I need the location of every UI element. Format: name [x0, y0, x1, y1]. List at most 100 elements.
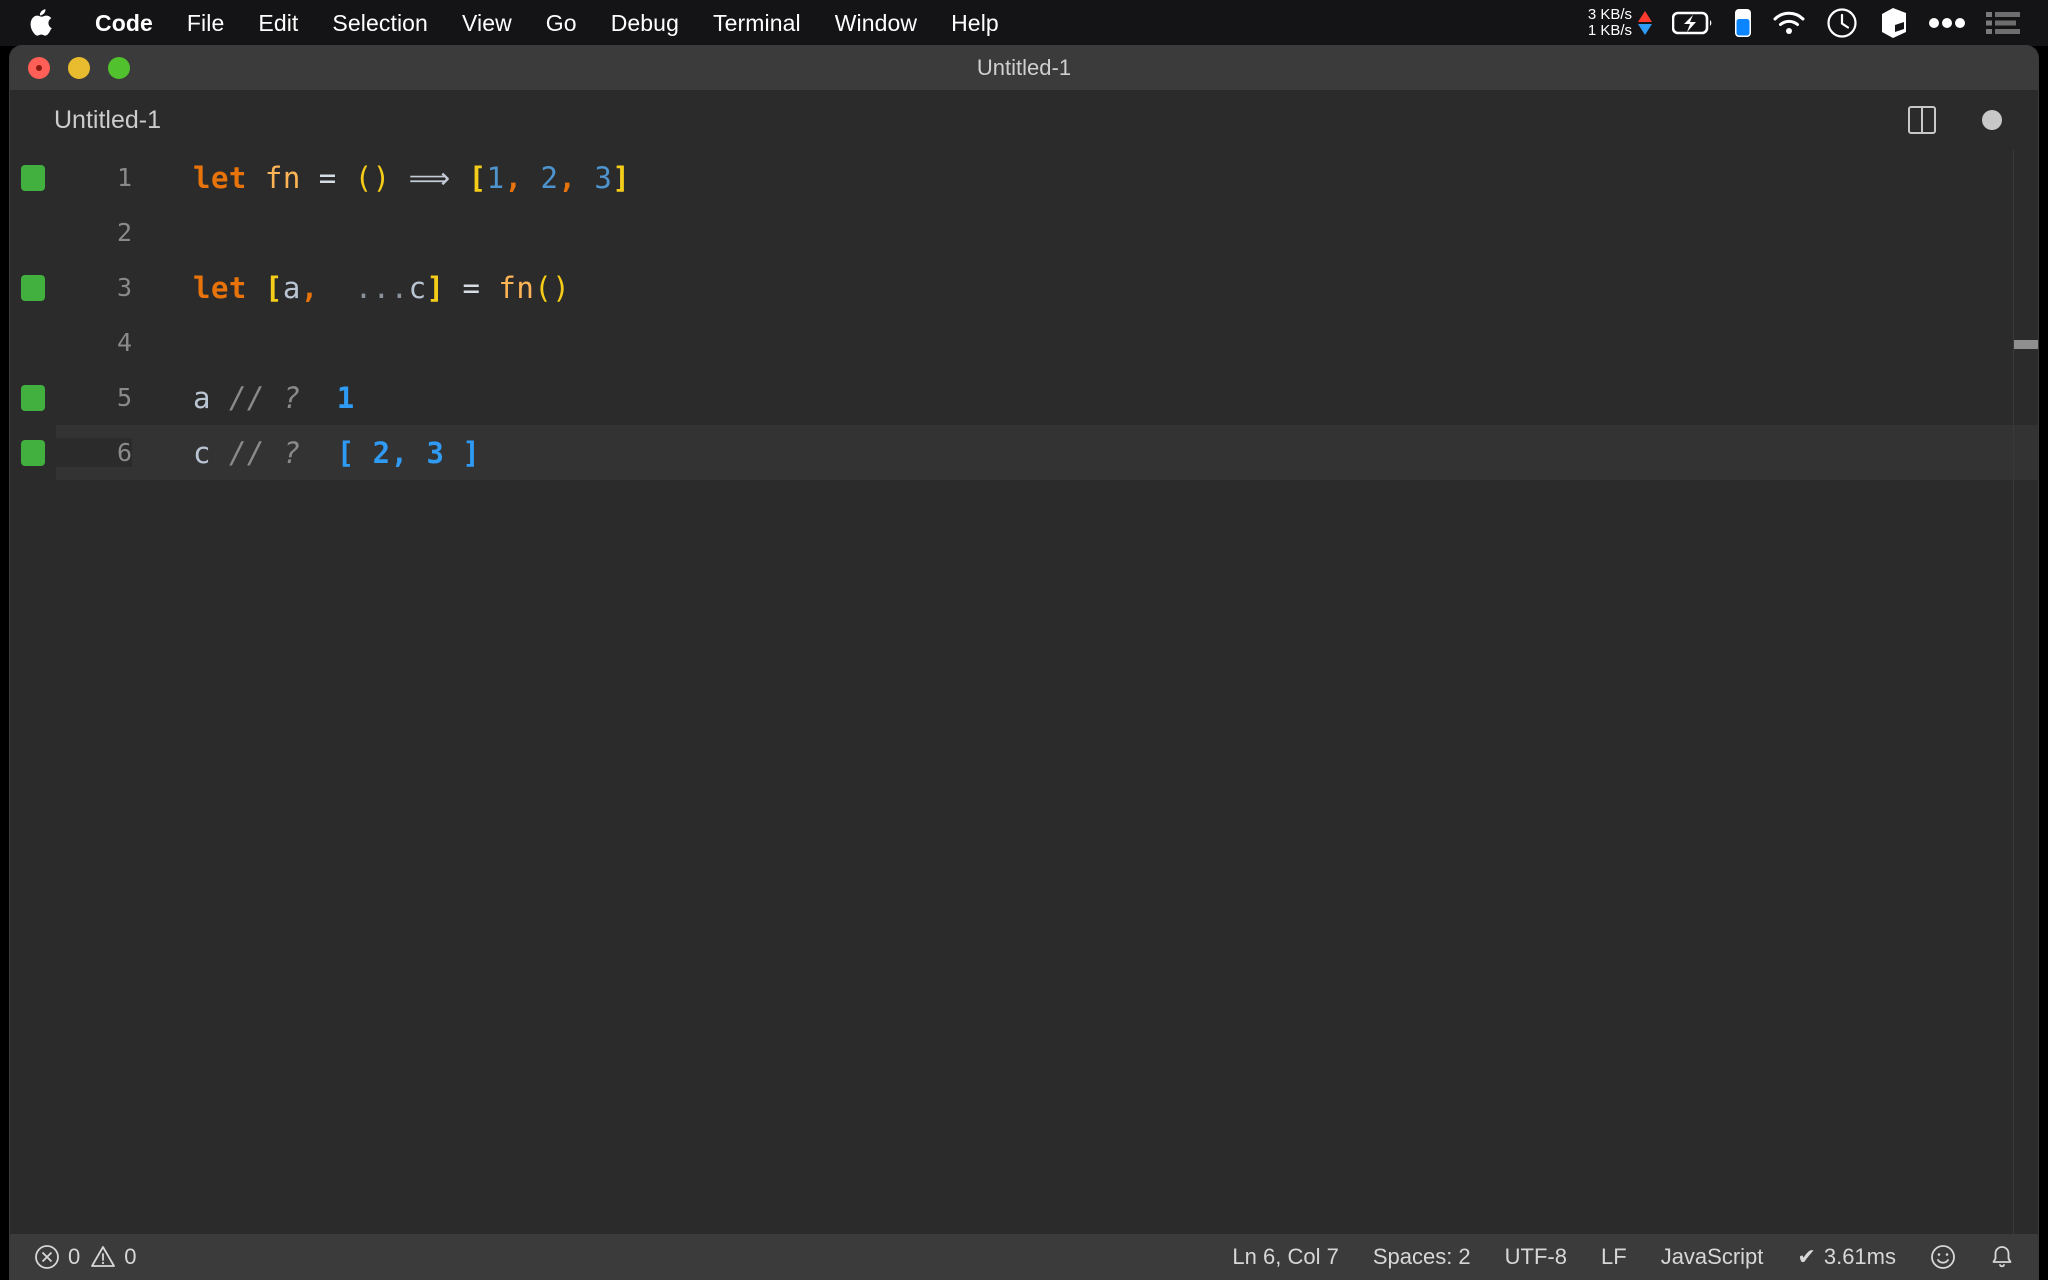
zoom-window-button[interactable] — [108, 57, 130, 79]
code-token: , — [300, 270, 319, 305]
minimize-window-button[interactable] — [68, 57, 90, 79]
editor-scrollbar[interactable] — [2014, 150, 2038, 1234]
code-token: c — [193, 435, 211, 470]
status-bar: 0 0 Ln 6, Col 7 Spaces: 2 UTF-8 LF JavaS… — [10, 1234, 2038, 1280]
code-token: fn — [264, 160, 301, 195]
code-token: , — [558, 160, 577, 195]
code-token: ] — [612, 160, 631, 195]
code-token: [ — [468, 160, 487, 195]
code-line-text: a // ? 1 — [193, 381, 355, 415]
error-count: 0 — [68, 1244, 81, 1269]
close-window-button[interactable] — [28, 57, 50, 79]
code-token: = — [318, 160, 337, 195]
language-mode[interactable]: JavaScript — [1661, 1244, 1764, 1270]
code-token: a — [193, 380, 211, 415]
line-number: 6 — [56, 438, 132, 467]
code-token: , — [504, 160, 523, 195]
code-token: [ — [264, 270, 283, 305]
line-number: 2 — [116, 218, 132, 247]
line-number: 1 — [116, 163, 132, 192]
execution-timing[interactable]: ✔ 3.61ms — [1797, 1244, 1896, 1270]
warning-triangle-icon — [91, 1246, 116, 1267]
feedback-smiley-button[interactable] — [1930, 1244, 1956, 1270]
warning-count: 0 — [124, 1244, 137, 1269]
code-token: // ? — [228, 435, 301, 470]
cube-icon[interactable] — [1878, 7, 1908, 39]
eol-setting[interactable]: LF — [1601, 1244, 1627, 1270]
split-editor-icon[interactable] — [1908, 106, 1936, 134]
wifi-icon[interactable] — [1772, 10, 1806, 36]
menu-item-debug[interactable]: Debug — [594, 9, 696, 38]
apple-logo-icon[interactable] — [28, 8, 54, 38]
network-arrows — [1638, 11, 1652, 35]
window-title: Untitled-1 — [976, 55, 1072, 80]
window-titlebar: Untitled-1 — [10, 46, 2038, 90]
code-token: c — [408, 270, 427, 305]
encoding-setting[interactable]: UTF-8 — [1505, 1244, 1567, 1270]
warning-count-item[interactable]: 0 — [90, 1244, 137, 1270]
smiley-icon — [1931, 1245, 1955, 1269]
code-line[interactable]: 5 a // ? 1 — [10, 370, 2038, 425]
menu-item-selection[interactable]: Selection — [315, 9, 445, 38]
unsaved-dot-icon[interactable] — [1982, 110, 2002, 130]
menubar-status-items: 3 KB/s 1 KB/s — [1588, 0, 2030, 46]
gutter-decoration — [10, 150, 56, 205]
battery-charging-icon[interactable] — [1672, 10, 1714, 36]
network-download-rate: 1 KB/s — [1587, 22, 1632, 39]
code-token: [ 2, 3 ] — [336, 435, 481, 470]
network-speed-indicator[interactable]: 3 KB/s 1 KB/s — [1587, 5, 1652, 39]
code-line[interactable]: 4 — [10, 315, 2038, 370]
network-upload-rate: 3 KB/s — [1587, 5, 1632, 23]
code-token: ⟹ — [408, 160, 451, 195]
code-token: 1 — [486, 160, 505, 195]
cursor-position[interactable]: Ln 6, Col 7 — [1232, 1244, 1338, 1270]
error-count-item[interactable]: 0 — [34, 1244, 80, 1270]
git-added-marker-icon — [21, 274, 45, 301]
code-token: // ? — [228, 380, 301, 415]
menu-item-file[interactable]: File — [170, 9, 241, 38]
menu-item-code[interactable]: Code — [78, 9, 170, 38]
code-line[interactable]: 1 let fn = () ⟹ [1, 2, 3] — [10, 150, 2038, 205]
code-token: let — [193, 160, 247, 195]
code-editor-area[interactable]: 1 let fn = () ⟹ [1, 2, 3] 2 3 let [a, ...c] … — [10, 150, 2038, 1234]
menu-item-edit[interactable]: Edit — [241, 9, 315, 38]
line-number: 5 — [116, 383, 132, 412]
menu-item-view[interactable]: View — [445, 9, 529, 38]
menu-item-terminal[interactable]: Terminal — [696, 9, 818, 38]
code-token: fn — [498, 270, 535, 305]
gutter-decoration — [10, 260, 56, 315]
bell-icon — [1992, 1246, 2012, 1268]
code-line[interactable]: 6 c // ? [ 2, 3 ] — [10, 425, 2038, 480]
ellipsis-icon[interactable] — [1928, 17, 1966, 29]
menu-item-go[interactable]: Go — [529, 9, 594, 38]
git-added-marker-icon — [21, 164, 45, 191]
timing-value: 3.61ms — [1823, 1244, 1896, 1269]
menu-item-window[interactable]: Window — [818, 9, 934, 38]
indentation-setting[interactable]: Spaces: 2 — [1373, 1244, 1471, 1270]
notifications-button[interactable] — [1990, 1244, 2014, 1270]
gutter-decoration — [10, 205, 56, 260]
line-number: 3 — [116, 273, 132, 302]
phone-battery-icon[interactable] — [1734, 8, 1752, 38]
tab-untitled-1[interactable]: Untitled-1 — [10, 106, 161, 135]
control-center-icon[interactable] — [1986, 10, 2020, 36]
menubar-items: Code File Edit Selection View Go Debug T… — [28, 0, 1016, 46]
scrollbar-thumb[interactable] — [2014, 340, 2038, 349]
error-circle-icon — [35, 1245, 59, 1269]
gutter-decoration — [10, 425, 56, 480]
code-line[interactable]: 2 — [10, 205, 2038, 260]
code-token: () — [534, 270, 571, 305]
code-line[interactable]: 3 let [a, ...c] = fn() — [10, 260, 2038, 315]
menu-item-help[interactable]: Help — [934, 9, 1016, 38]
code-token: = — [462, 270, 481, 305]
clock-icon[interactable] — [1826, 7, 1858, 39]
